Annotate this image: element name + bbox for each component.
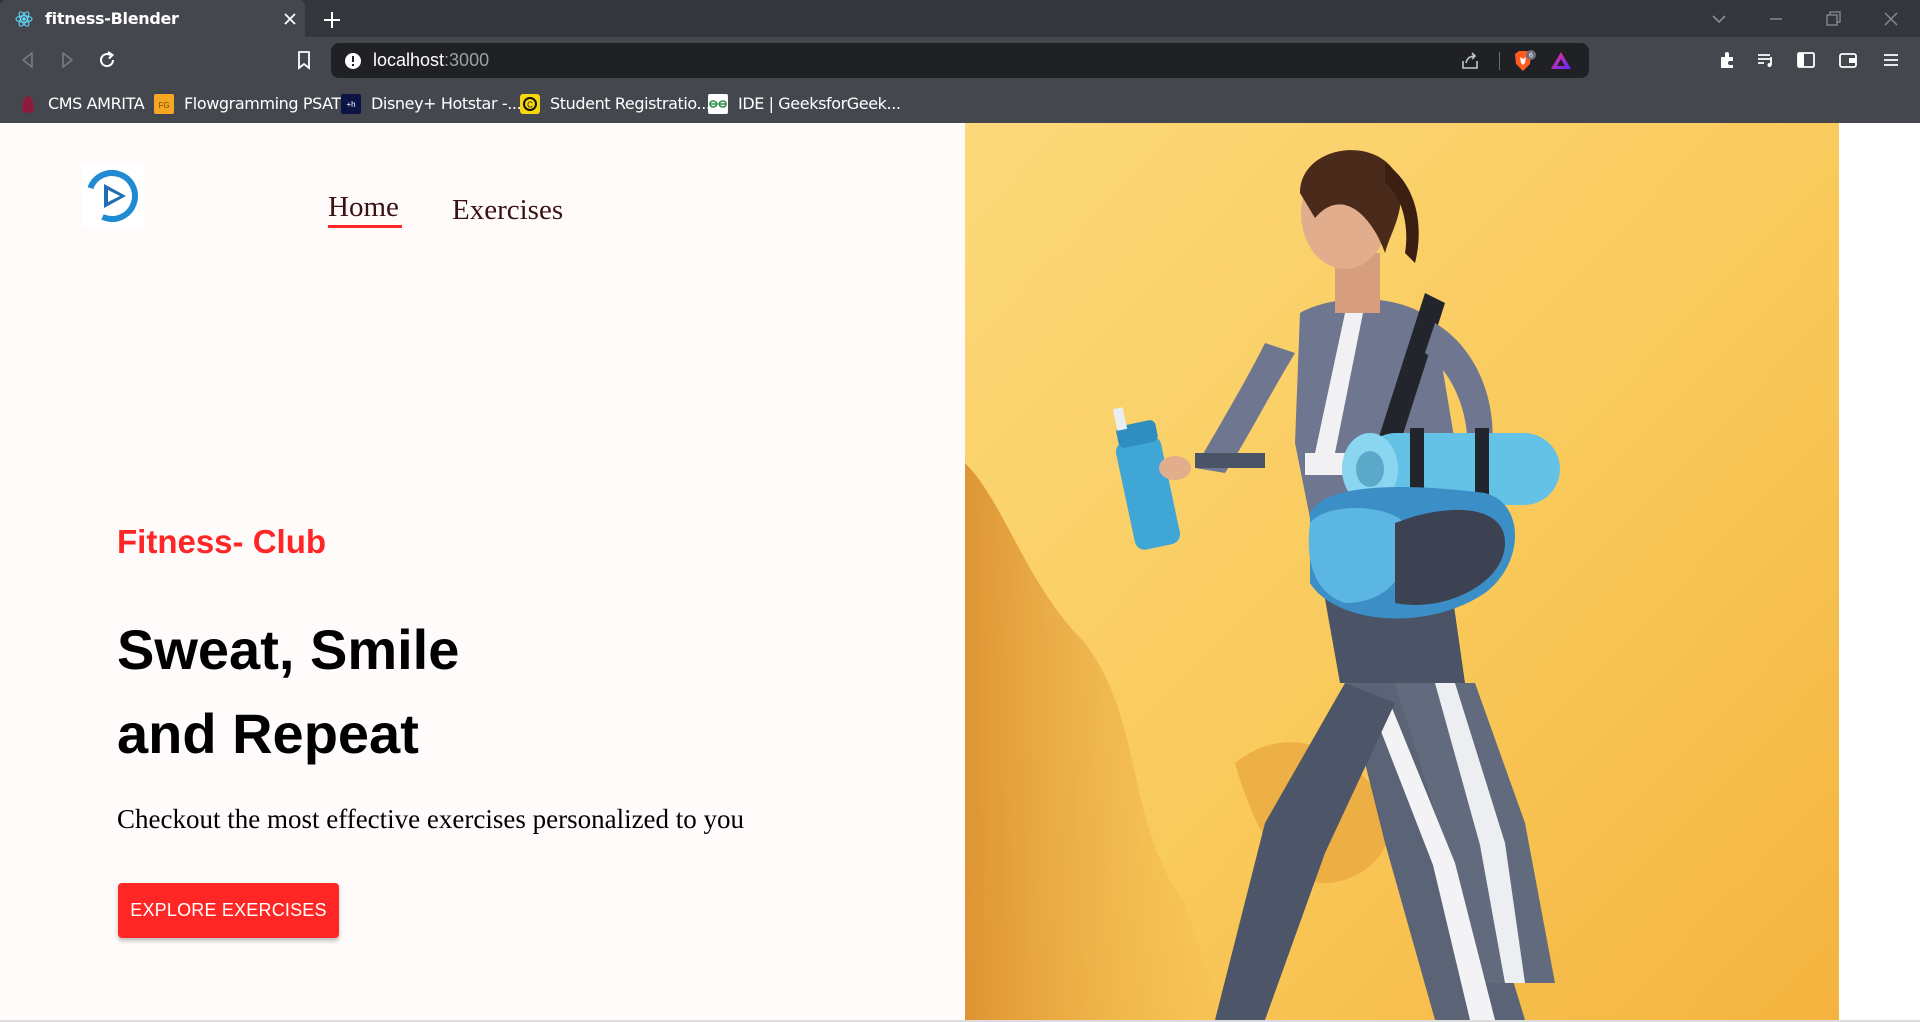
hero-subtitle: Checkout the most effective exercises pe… [117, 804, 745, 834]
close-tab-icon[interactable] [280, 9, 300, 29]
svg-text:C: C [527, 100, 533, 109]
tab-search-icon[interactable] [1708, 8, 1730, 30]
hotstar-icon: +h [341, 93, 361, 114]
explore-exercises-button[interactable]: EXPLORE EXERCISES [118, 883, 339, 938]
hero-title: Sweat, Smile and Repeat [117, 608, 459, 776]
nav-exercises-link[interactable]: Exercises [452, 194, 563, 227]
share-icon[interactable] [1459, 50, 1481, 72]
browser-toolbar: localhost:3000 6 [0, 37, 1920, 84]
active-nav-underline [328, 225, 402, 228]
hero-title-line-1: Sweat, Smile [117, 618, 460, 681]
close-window-icon[interactable] [1880, 8, 1902, 30]
svg-text:FG: FG [158, 101, 169, 110]
playlist-icon[interactable] [1753, 47, 1779, 73]
logo-icon [86, 170, 138, 222]
url-host: localhost [373, 50, 445, 70]
extensions-icon[interactable] [1715, 47, 1741, 73]
geeksforgeeks-icon [708, 93, 728, 114]
brave-rewards-icon[interactable] [1549, 49, 1573, 73]
react-icon [15, 11, 33, 27]
bookmark-geeksforgeeks[interactable]: IDE | GeeksforGeek... [708, 84, 901, 123]
student-registration-icon: C [520, 93, 540, 114]
bookmark-student-registration[interactable]: C Student Registratio... [520, 84, 711, 123]
url-port: :3000 [444, 50, 490, 70]
browser-tab[interactable]: fitness-Blender [0, 0, 305, 37]
brave-shield-icon[interactable]: 6 [1511, 48, 1537, 74]
svg-text:+h: +h [346, 100, 355, 109]
site-info-icon[interactable] [343, 51, 363, 71]
nav-home-link[interactable]: Home [328, 191, 399, 224]
hero-title-line-2: and Repeat [117, 702, 419, 765]
hero-banner-image [965, 123, 1839, 1020]
bookmark-cms-amrita[interactable]: CMS AMRITA [18, 84, 145, 123]
bookmark-flowgramming[interactable]: FG Flowgramming PSAT [154, 84, 341, 123]
cms-amrita-icon [18, 94, 38, 114]
brave-shield-count: 6 [1529, 53, 1533, 60]
minimize-icon[interactable] [1765, 8, 1787, 30]
restore-icon[interactable] [1822, 8, 1844, 30]
bookmark-icon[interactable] [291, 47, 317, 73]
fg-icon: FG [154, 93, 174, 114]
browser-tabbar: fitness-Blender [0, 0, 1920, 37]
banner-illustration [965, 123, 1839, 1020]
address-bar[interactable]: localhost:3000 6 [331, 43, 1589, 78]
site-logo[interactable] [82, 164, 144, 226]
url-text: localhost:3000 [373, 50, 489, 71]
bookmark-hotstar[interactable]: +h Disney+ Hotstar -... [341, 84, 522, 123]
menu-icon[interactable] [1878, 47, 1904, 73]
page-margin-right [1839, 123, 1920, 1020]
reload-icon[interactable] [94, 47, 120, 73]
hero-kicker: Fitness- Club [117, 523, 327, 560]
divider [1499, 52, 1500, 70]
wallet-icon[interactable] [1835, 47, 1861, 73]
page-content: Home Exercises Fitness- Club Sweat, Smil… [0, 123, 1920, 1022]
tab-title: fitness-Blender [45, 9, 179, 28]
sidebar-icon[interactable] [1793, 47, 1819, 73]
bookmarks-bar: CMS AMRITA FG Flowgramming PSAT +h Disne… [0, 84, 1920, 123]
new-tab-icon[interactable] [320, 8, 344, 32]
back-icon[interactable] [15, 47, 41, 73]
forward-icon[interactable] [54, 47, 80, 73]
